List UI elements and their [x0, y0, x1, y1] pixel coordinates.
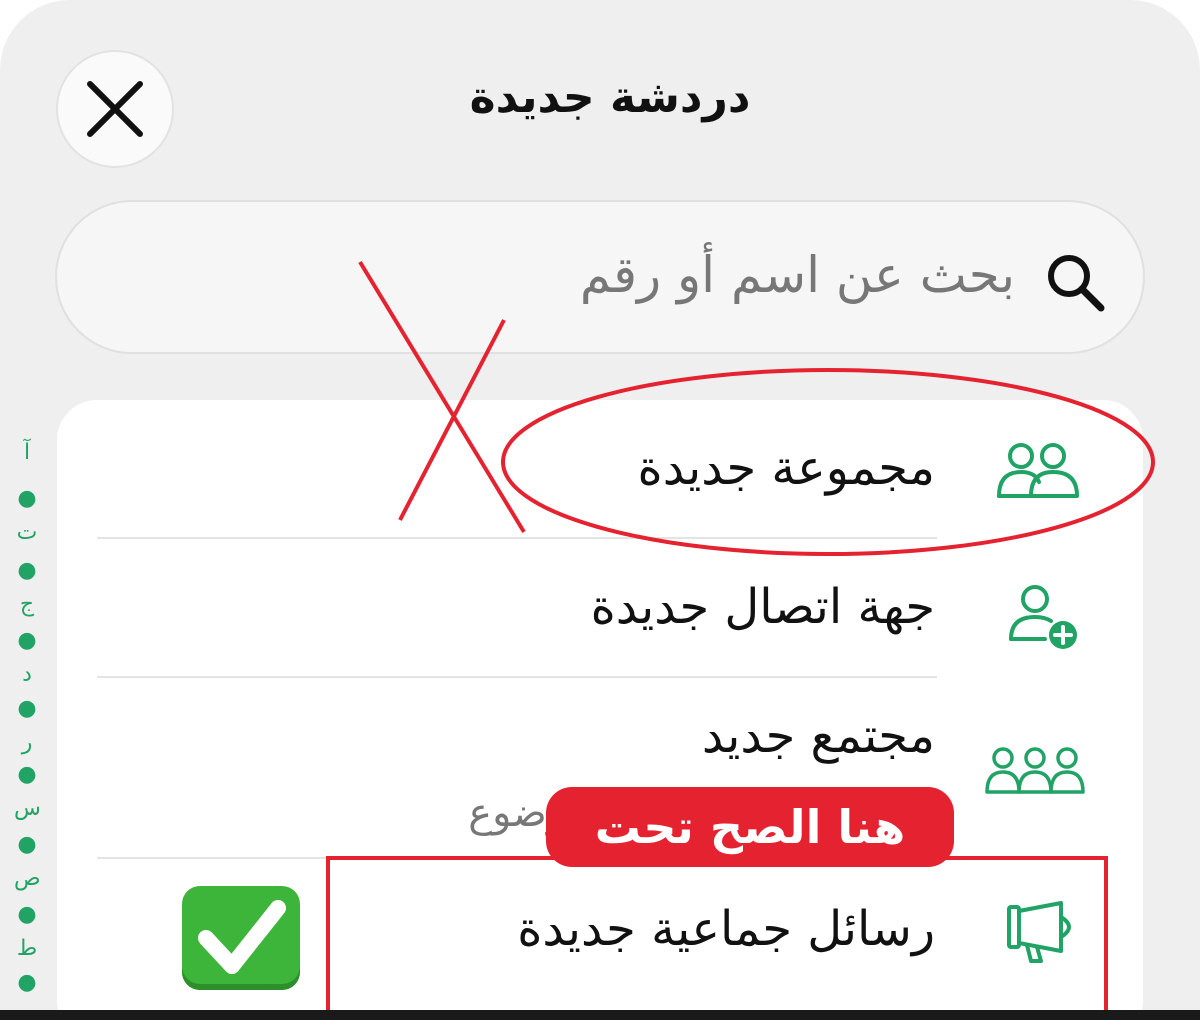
annotation-highlight-box [326, 856, 1108, 1020]
annotation-circle [501, 368, 1155, 556]
bottom-edge [0, 1010, 1200, 1020]
annotation-badge: هنا الصح تحت [546, 787, 954, 867]
annotation-cross-line [358, 260, 526, 534]
check-mark-icon [182, 886, 300, 990]
new-chat-sheet: دردشة جديدة بحث عن اسم أو رقم مجموعة جدي… [0, 0, 1200, 1020]
